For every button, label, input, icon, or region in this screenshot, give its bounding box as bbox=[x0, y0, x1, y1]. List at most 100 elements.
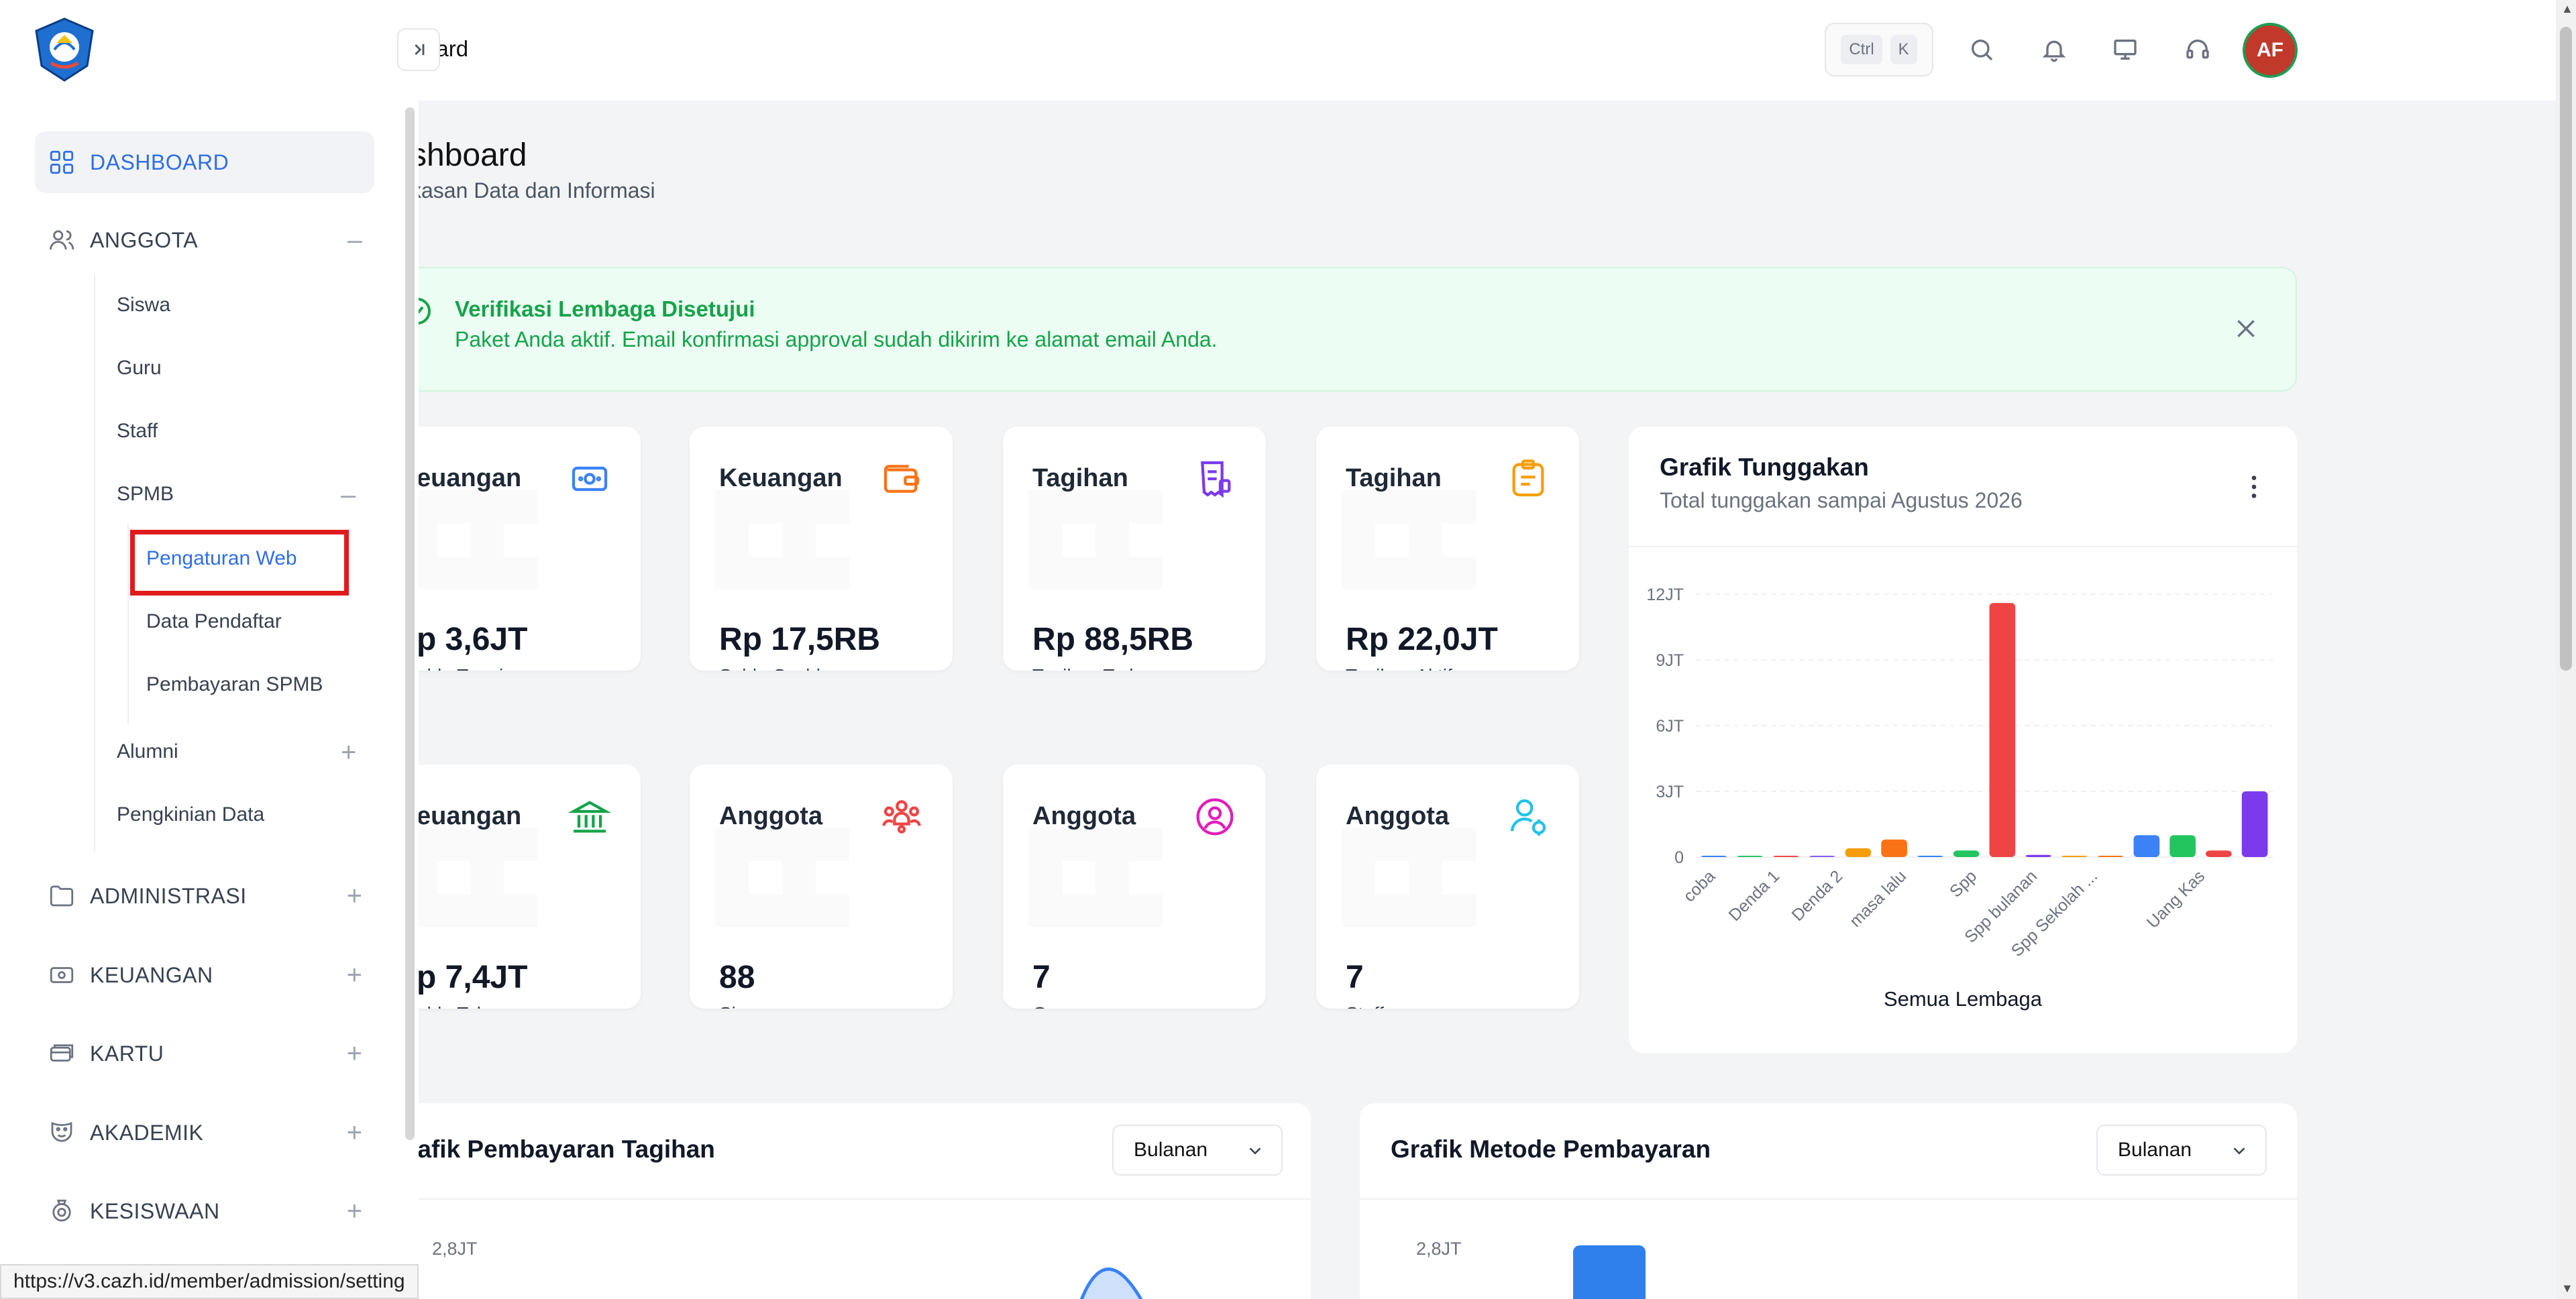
chart-bar bbox=[2241, 791, 2268, 857]
sidebar-item-kesiswaan[interactable]: KESISWAAN + bbox=[35, 1180, 374, 1242]
chart-bar bbox=[1809, 856, 1835, 857]
sidebar-item-keuangan[interactable]: KEUANGAN + bbox=[35, 944, 374, 1006]
headset-icon[interactable] bbox=[2178, 30, 2218, 70]
x-tick-label: Uang Kas bbox=[2143, 866, 2208, 931]
sidebar-subitem-pengkinian-data[interactable]: Pengkinian Data bbox=[117, 803, 264, 826]
expand-toggle[interactable]: + bbox=[347, 962, 362, 989]
sidebar-item-dashboard[interactable]: DASHBOARD bbox=[35, 131, 374, 193]
period-select[interactable]: Bulanan bbox=[2096, 1125, 2267, 1176]
sidebar-collapse-button[interactable] bbox=[397, 28, 440, 71]
monitor-icon[interactable] bbox=[2105, 30, 2145, 70]
search-shortcut[interactable]: Ctrl K bbox=[1825, 23, 1933, 76]
pembayaran-tagihan-title: rafik Pembayaran Tagihan bbox=[408, 1135, 715, 1163]
tunggakan-chart: 0 3JT 6JT 9JT 12JT coba Denda 1 Denda 2 masa lal… bbox=[1646, 585, 2273, 960]
highlight-box bbox=[130, 530, 349, 596]
sidebar-item-kartu[interactable]: KARTU + bbox=[35, 1023, 374, 1084]
divider bbox=[376, 1198, 1311, 1200]
sidebar-item-administrasi[interactable]: ADMINISTRASI + bbox=[35, 865, 374, 927]
sidebar-subitem-alumni[interactable]: Alumni bbox=[117, 740, 178, 763]
card-title: Tagihan bbox=[1346, 464, 1442, 492]
card-label: Tagihan Terbayar bbox=[1032, 665, 1176, 671]
collapse-toggle[interactable]: – bbox=[347, 227, 362, 253]
sidebar-item-label: KESISWAAN bbox=[90, 1198, 220, 1223]
card-title: euangan bbox=[417, 802, 522, 830]
chevron-right-icon bbox=[415, 44, 425, 56]
period-select-value: Bulanan bbox=[1134, 1139, 1208, 1161]
tunggakan-footer: Semua Lembaga bbox=[1883, 987, 2043, 1011]
page-scrollbar-thumb[interactable] bbox=[2560, 27, 2572, 671]
tunggakan-subtitle: Total tunggakan sampai Agustus 2026 bbox=[1660, 488, 2023, 512]
expand-toggle[interactable]: + bbox=[347, 1040, 362, 1067]
card-anggota-siswa[interactable]: Anggota 88 Siswa bbox=[690, 765, 953, 1009]
y-tick-label: 3JT bbox=[1656, 783, 1684, 801]
chart-bar bbox=[1573, 1245, 1646, 1299]
kbd-ctrl: Ctrl bbox=[1841, 35, 1882, 64]
sidebar-subitem-pembayaran-spmb[interactable]: Pembayaran SPMB bbox=[146, 673, 323, 696]
axis-tick: 2,8JT bbox=[1416, 1239, 1462, 1259]
divider bbox=[1629, 546, 2297, 547]
page-scrollbar[interactable]: ▲ ▼ bbox=[2556, 0, 2576, 1299]
sidebar-item-label: KARTU bbox=[90, 1041, 164, 1066]
card-value: p 3,6JT bbox=[417, 622, 528, 657]
card-tagihan-terbayar[interactable]: Tagihan Rp 88,5RB Tagihan Terbayar bbox=[1003, 427, 1266, 671]
sidebar-subitem-spmb[interactable]: SPMB bbox=[117, 483, 174, 506]
card-title: euangan bbox=[417, 464, 522, 492]
card-label: Tagihan Aktif bbox=[1346, 665, 1452, 671]
expand-toggle[interactable]: + bbox=[341, 739, 356, 766]
period-select[interactable]: Bulanan bbox=[1112, 1125, 1283, 1176]
close-icon[interactable] bbox=[2233, 315, 2259, 342]
more-vertical-icon[interactable] bbox=[2247, 473, 2261, 500]
card-label: Siswa bbox=[719, 1003, 769, 1009]
x-tick-label: coba bbox=[1680, 866, 1719, 905]
y-tick-label: 6JT bbox=[1656, 717, 1684, 736]
card-value: Rp 17,5RB bbox=[719, 622, 881, 657]
scroll-down-icon[interactable]: ▼ bbox=[2561, 1282, 2573, 1294]
pembayaran-tagihan-panel: rafik Pembayaran Tagihan Bulanan 2,8JT bbox=[376, 1103, 1311, 1299]
card-anggota-staff[interactable]: Anggota 7 Staff bbox=[1316, 765, 1579, 1009]
tree-line bbox=[127, 523, 129, 724]
grid-icon bbox=[46, 146, 78, 178]
card-pattern bbox=[715, 490, 849, 589]
page-title: shboard bbox=[411, 137, 527, 173]
sidebar-subitem-data-pendaftar[interactable]: Data Pendaftar bbox=[146, 610, 282, 633]
card-saldo-cazhbox[interactable]: Keuangan Rp 17,5RB Saldo Cazhbox bbox=[690, 427, 953, 671]
x-tick-label: masa lalu bbox=[1846, 866, 1910, 930]
bank-icon bbox=[568, 801, 611, 833]
sidebar-subitem-staff[interactable]: Staff bbox=[117, 420, 158, 443]
card-pattern bbox=[715, 828, 849, 927]
collapse-toggle[interactable]: – bbox=[341, 482, 356, 508]
sidebar-subitem-siswa[interactable]: Siswa bbox=[117, 294, 170, 317]
chevron-down-icon bbox=[1249, 1147, 1261, 1155]
expand-toggle[interactable]: + bbox=[347, 1198, 362, 1225]
search-icon[interactable] bbox=[1962, 30, 2002, 70]
sidebar-subitem-guru[interactable]: Guru bbox=[117, 357, 162, 380]
expand-toggle[interactable]: + bbox=[347, 883, 362, 909]
sidebar-item-label: ADMINISTRASI bbox=[90, 883, 247, 908]
x-tick-label: Spp bbox=[1946, 866, 1980, 901]
sidebar-item-akademik[interactable]: AKADEMIK + bbox=[35, 1102, 374, 1164]
card-title: Anggota bbox=[719, 802, 823, 830]
chart-bar bbox=[2133, 835, 2160, 857]
card-value: 7 bbox=[1346, 960, 1364, 995]
card-tagihan-aktif[interactable]: Tagihan Rp 22,0JT Tagihan Aktif bbox=[1316, 427, 1579, 671]
chart-bar bbox=[1917, 856, 1943, 857]
sidebar-item-anggota[interactable]: ANGGOTA – bbox=[35, 209, 374, 271]
chart-bar bbox=[1989, 603, 2016, 857]
card-pattern bbox=[403, 828, 537, 927]
kbd-k: K bbox=[1890, 35, 1917, 64]
group-icon bbox=[882, 800, 921, 834]
expand-toggle[interactable]: + bbox=[347, 1119, 362, 1146]
scroll-up-icon[interactable]: ▲ bbox=[2561, 3, 2573, 15]
x-tick-label: Denda 1 bbox=[1725, 866, 1784, 925]
users-icon bbox=[46, 224, 78, 256]
bell-icon[interactable] bbox=[2034, 30, 2074, 70]
sidebar-scrollbar[interactable] bbox=[405, 107, 415, 1140]
card-anggota-guru[interactable]: Anggota 7 Guru bbox=[1003, 765, 1266, 1009]
card-value: 88 bbox=[719, 960, 755, 995]
avatar[interactable]: AF bbox=[2243, 23, 2298, 78]
clipboard-icon bbox=[1512, 459, 1544, 497]
card-label: Guru bbox=[1032, 1003, 1074, 1009]
chart-bar bbox=[1773, 856, 1799, 857]
card-label: Saldo Cazhbox bbox=[719, 665, 847, 671]
alert-message: Paket Anda aktif. Email konfirmasi appro… bbox=[455, 327, 1218, 351]
